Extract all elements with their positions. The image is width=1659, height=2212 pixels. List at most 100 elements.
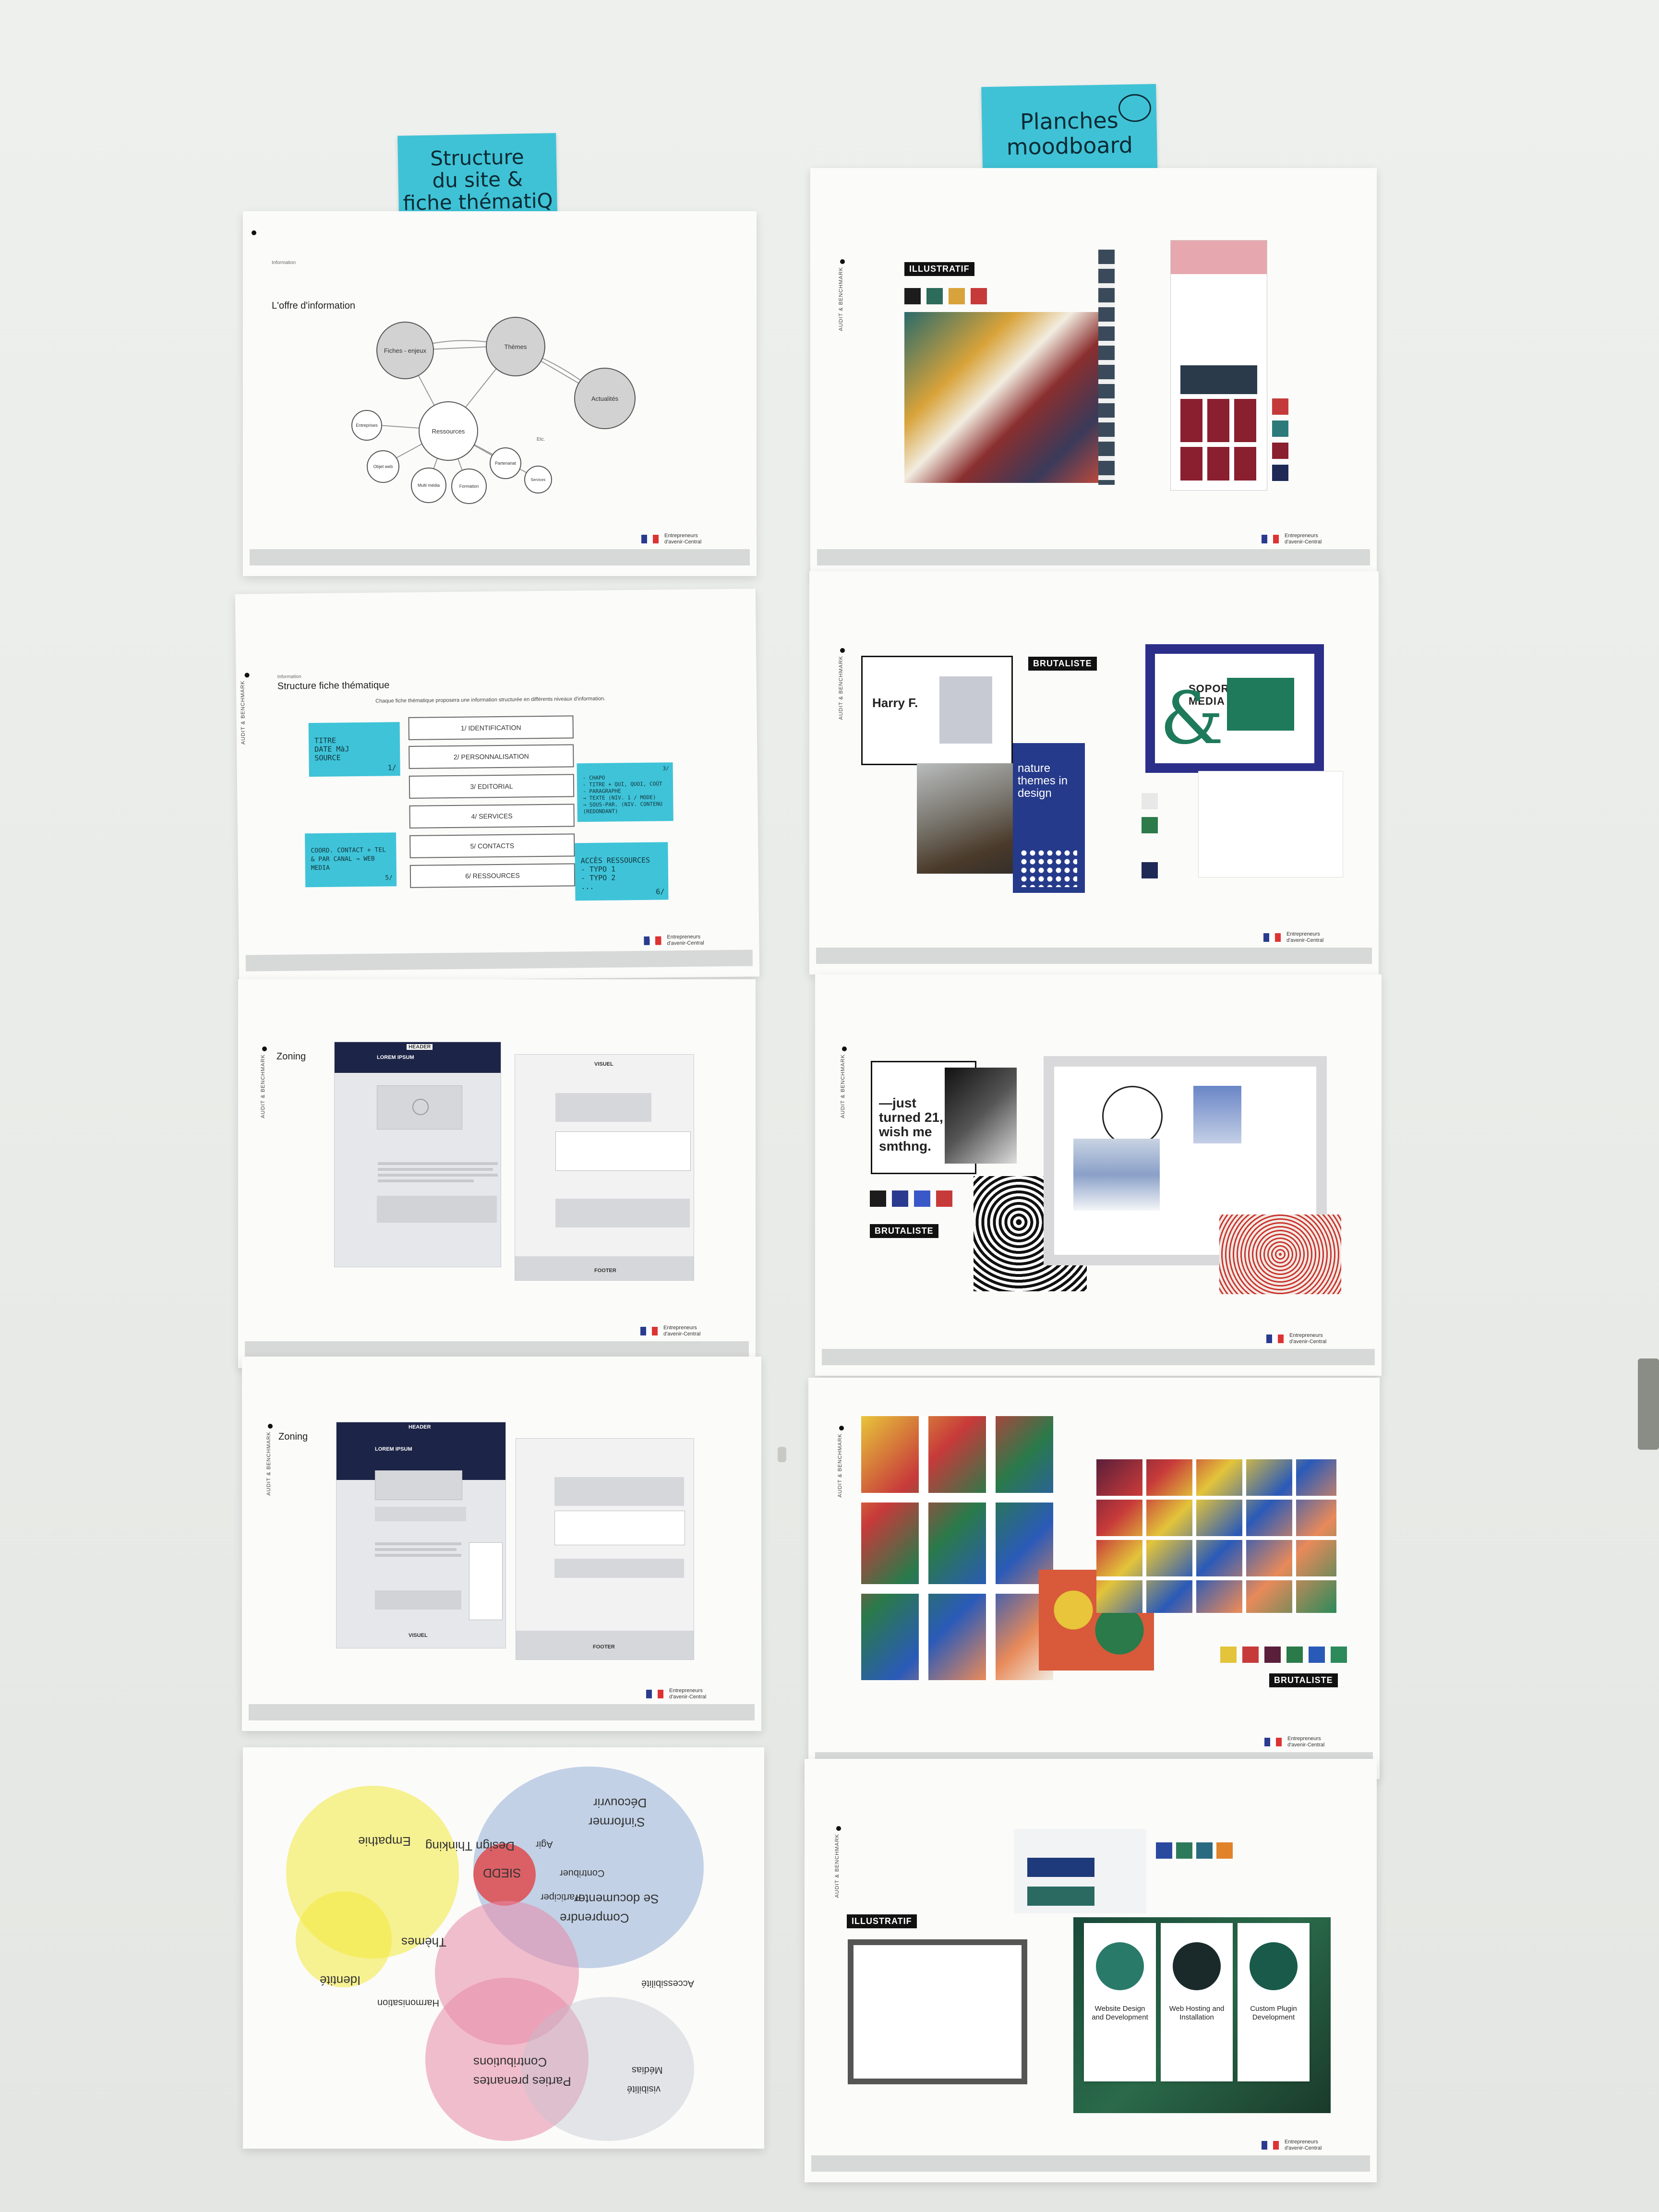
style-tag: ILLUSTRATIF [904, 262, 974, 276]
illustration-collage [904, 312, 1106, 483]
logo-line2: d'avenir-Central [1286, 938, 1324, 943]
green-block [1227, 678, 1294, 731]
color-swatch [1176, 1842, 1192, 1859]
footer-logo: Entrepreneurs d'avenir-Central [1266, 1333, 1362, 1345]
wireframe-footer: FOOTER [594, 1268, 616, 1274]
section-editorial: 3/ EDITORIAL [409, 774, 575, 799]
venn-grey [521, 1997, 694, 2141]
sheet-zoning-2: AUDIT & BENCHMARK Zoning HEADER LOREM IP… [242, 1357, 761, 1731]
note-acces: ACCÈS RESSOURCES - TYPO 1 - TYPO 2 ... 6… [575, 842, 669, 901]
section-services: 4/ SERVICES [409, 804, 575, 829]
wireframe-footer: FOOTER [593, 1644, 615, 1650]
bullet-dot [839, 1426, 844, 1431]
wall-hook [778, 1447, 786, 1462]
logo-line2: d'avenir-Central [667, 940, 704, 947]
venn-word: visibilité [627, 2084, 661, 2094]
logo-line2: d'avenir-Central [1289, 1339, 1327, 1345]
venn-word: Participer [541, 1892, 581, 1902]
color-swatch [904, 288, 921, 304]
venn-word: SIEDD [483, 1866, 521, 1880]
note-acces-num: 6/ [656, 887, 665, 896]
panel-block [555, 1131, 691, 1171]
panel-block [554, 1477, 684, 1506]
footer-logo: Entrepreneurs d'avenir-Central [641, 533, 737, 545]
venn-word: Se documenter [574, 1892, 659, 1906]
form-mockup [1198, 771, 1343, 878]
text-line [375, 1554, 461, 1557]
color-swatch [870, 1190, 886, 1207]
brand-grid [1096, 1459, 1336, 1613]
slide-footer-bar [817, 549, 1370, 565]
dot-grid [1020, 849, 1077, 887]
card-title: Website Design and Development [1092, 2005, 1148, 2021]
flag-icon [1262, 535, 1279, 543]
wireframe-sidebar: FOOTER [516, 1438, 694, 1660]
color-swatch [1220, 1647, 1237, 1663]
node-services: Services [524, 466, 552, 493]
logo-line1: Entrepreneurs [663, 1325, 697, 1331]
color-swatch [1272, 443, 1288, 459]
sheet-moodboard-illustratif-2: AUDIT & BENCHMARK ILLUSTRATIF Website De… [805, 1759, 1377, 2182]
footer-logo: Entrepreneurs d'avenir-Central [646, 1688, 742, 1700]
text-line [378, 1179, 474, 1182]
panel-block [469, 1542, 503, 1620]
service-card: Custom Plugin Development [1238, 1923, 1310, 2081]
red-scribble [1219, 1214, 1341, 1294]
sheet-word-venn: Découvrir S'informer Agir Contribuer SIE… [243, 1747, 764, 2149]
footer-logo: Entrepreneurs d'avenir-Central [640, 1325, 736, 1337]
content-block [377, 1196, 497, 1223]
node-fiches-enjeux: Fiches - enjeux [376, 322, 434, 379]
play-icon [412, 1099, 429, 1115]
node-objet-web: Objet web [367, 450, 399, 483]
side-label: AUDIT & BENCHMARK [837, 1433, 843, 1498]
venn-word: Design Thinking [425, 1839, 515, 1853]
footer-logo: Entrepreneurs d'avenir-Central [644, 934, 740, 947]
ui-kit-mockup [1014, 1829, 1146, 1913]
line-drawing [1102, 1086, 1163, 1146]
flag-icon [641, 535, 659, 543]
sheet-zoning-1: AUDIT & BENCHMARK Zoning HEADER LOREM IP… [238, 979, 756, 1368]
slide-footer-bar [816, 948, 1372, 964]
side-label: AUDIT & BENCHMARK [240, 680, 247, 745]
logo-line2: d'avenir-Central [1285, 2145, 1322, 2151]
ui-block [1027, 1887, 1094, 1906]
venn-word: Médias [632, 2065, 663, 2075]
slide-title: Zoning [278, 1431, 308, 1442]
doodle-icon [1118, 94, 1151, 122]
logo-line1: Entrepreneurs [1286, 931, 1320, 937]
venn-word: Harmonisation [377, 1997, 439, 2008]
dark-band [1180, 365, 1257, 394]
style-tag: BRUTALISTE [1028, 657, 1097, 671]
color-swatch [949, 288, 965, 304]
section-identification: 1/ IDENTIFICATION [408, 715, 574, 740]
logo-line2: d'avenir-Central [669, 1694, 707, 1700]
node-themes: Thèmes [486, 317, 545, 376]
note-coord-text: COORD. CONTACT + TEL & PAR CANAL → WEB M… [311, 846, 386, 872]
slide-title: Structure fiche thématique [277, 680, 390, 692]
logo-line1: Entrepreneurs [669, 1688, 703, 1694]
style-tag: ILLUSTRATIF [847, 1914, 917, 1928]
quote-text: —just turned 21, wish me smthng. [879, 1095, 943, 1154]
side-label: AUDIT & BENCHMARK [838, 656, 844, 720]
footer-logo: Entrepreneurs d'avenir-Central [1262, 2139, 1358, 2152]
ampersand-icon: & [1160, 677, 1224, 760]
bullet-dot [268, 1424, 273, 1429]
logo-line2: d'avenir-Central [1287, 1742, 1325, 1748]
wireframe-page: HEADER LOREM IPSUM VISUEL [336, 1422, 506, 1648]
slide-intro: Chaque fiche thématique proposera une in… [375, 696, 606, 704]
style-tag: BRUTALISTE [1269, 1673, 1338, 1687]
style-tag: BRUTALISTE [870, 1224, 938, 1238]
slide-footer-bar [245, 1341, 749, 1358]
node-multi-media: Multi média [411, 468, 446, 503]
sheet-structure-fiche: AUDIT & BENCHMARK Information Structure … [235, 589, 760, 982]
poster-title: nature themes in design [1018, 762, 1068, 800]
flag-icon [644, 936, 661, 945]
wireframe-lorem: LOREM IPSUM [377, 1055, 414, 1060]
color-swatch [1216, 1842, 1233, 1859]
bullet-dot [836, 1826, 841, 1831]
portfolio-mockup: Harry F. [861, 656, 1013, 765]
logo-line1: Entrepreneurs [1287, 1736, 1321, 1742]
footer-logo: Entrepreneurs d'avenir-Central [1262, 533, 1358, 545]
hero-image [1171, 240, 1267, 274]
slide-footer-bar [822, 1349, 1375, 1365]
